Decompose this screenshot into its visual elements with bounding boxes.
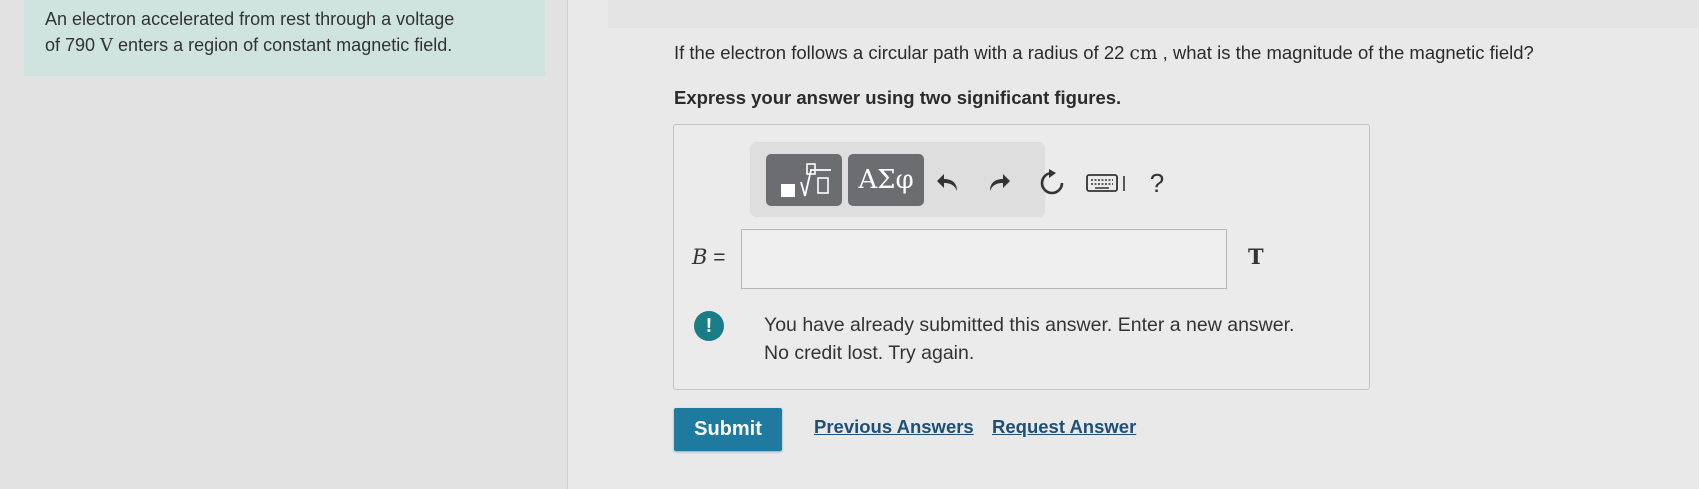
question-pre: If the electron follows a circular path … [674,42,1130,63]
unit-label: T [1248,244,1264,269]
templates-icon [781,163,831,197]
left-pane: An electron accelerated from rest throug… [0,0,567,489]
math-toolbar: ΑΣφ ? [750,142,1164,217]
feedback-line-1: You have already submitted this answer. … [764,314,1295,336]
feedback-line-2: No credit lost. Try again. [764,342,975,364]
symbols-button[interactable]: ΑΣφ [848,154,924,206]
redo-icon[interactable] [982,166,1016,200]
intro-voltage-text: of 790 [45,35,101,55]
question-post: , what is the magnitude of the magnetic … [1157,42,1534,63]
intro-line-1: An electron accelerated from rest throug… [45,9,455,29]
undo-icon[interactable] [931,166,965,200]
question-unit: cm [1129,43,1158,64]
intro-voltage-unit: V [100,35,114,56]
templates-button[interactable] [766,154,842,206]
variable-label: B = [692,245,726,270]
reset-icon[interactable] [1035,166,1069,200]
right-pane: If the electron follows a circular path … [568,0,1699,489]
feedback-text: You have already submitted this answer. … [764,311,1364,367]
header-strip [608,0,1699,28]
request-answer-link[interactable]: Request Answer [992,416,1136,438]
alert-icon: ! [694,311,724,341]
variable-name: B [692,245,708,269]
keyboard-icon[interactable] [1086,166,1130,200]
intro-line-2: of 790 V enters a region of constant mag… [45,32,525,59]
submit-button[interactable]: Submit [674,408,782,451]
help-icon[interactable]: ? [1140,166,1174,200]
answer-box: ΑΣφ ? B = T ! You have already submitted… [673,124,1370,390]
help-label: ? [1149,167,1165,198]
answer-input[interactable] [741,229,1227,289]
previous-answers-link[interactable]: Previous Answers [814,416,974,438]
alert-icon-glyph: ! [705,314,713,337]
symbols-label: ΑΣφ [858,165,914,195]
intro-field-text: enters a region of constant magnetic fie… [113,35,453,55]
instruction-text: Express your answer using two significan… [674,87,1122,108]
problem-intro: An electron accelerated from rest throug… [24,0,545,76]
question-text: If the electron follows a circular path … [674,42,1534,64]
equals-sign: = [707,246,726,269]
